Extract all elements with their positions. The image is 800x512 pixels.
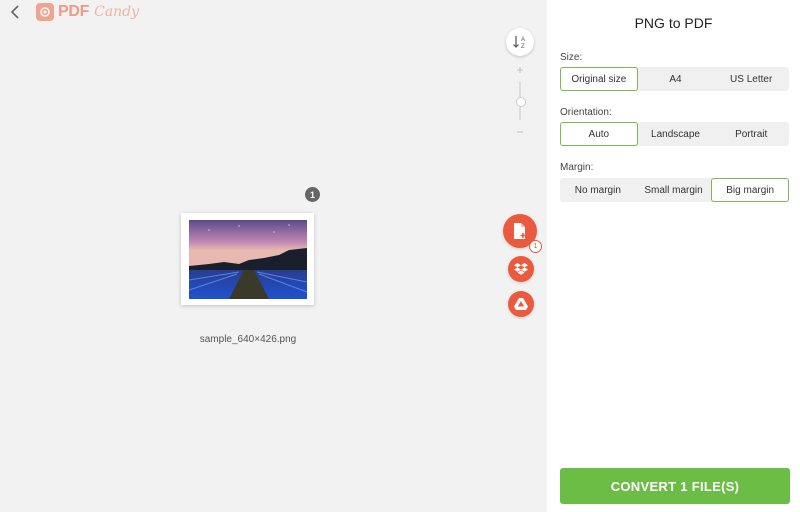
svg-text:A: A (521, 37, 525, 43)
margin-option-big[interactable]: Big margin (711, 178, 790, 202)
zoom-out-button[interactable]: − (515, 126, 525, 138)
orientation-option-landscape[interactable]: Landscape (638, 122, 714, 146)
logo[interactable]: PDF Candy (36, 1, 139, 23)
size-option-us-letter[interactable]: US Letter (713, 67, 789, 91)
logo-text: PDF (58, 3, 90, 20)
sort-az-button[interactable]: A Z (506, 28, 534, 56)
dropbox-icon (514, 263, 528, 275)
file-thumbnail[interactable] (181, 213, 314, 305)
margin-option-small[interactable]: Small margin (636, 178, 712, 202)
orientation-label: Orientation: (560, 107, 612, 118)
back-icon[interactable] (6, 3, 24, 21)
logo-mark-icon (36, 3, 54, 21)
dropbox-button[interactable] (508, 256, 534, 282)
svg-text:Z: Z (521, 44, 525, 50)
page-title: PNG to PDF (634, 15, 713, 31)
zoom-slider-handle[interactable] (516, 97, 526, 107)
google-drive-icon (514, 298, 528, 310)
margin-selector: No margin Small margin Big margin (560, 178, 790, 202)
zoom-in-button[interactable]: + (515, 64, 525, 76)
margin-option-none[interactable]: No margin (560, 178, 636, 202)
sort-icon: A Z (513, 36, 525, 50)
size-label: Size: (560, 52, 583, 63)
logo-text-candy: Candy (94, 4, 140, 20)
orientation-option-auto[interactable]: Auto (560, 122, 638, 146)
thumbnail-image (189, 220, 307, 299)
orientation-selector: Auto Landscape Portrait (560, 122, 789, 146)
size-option-a4[interactable]: A4 (638, 67, 714, 91)
add-file-icon (514, 223, 526, 239)
size-option-original[interactable]: Original size (560, 67, 638, 91)
file-area: PDF Candy A Z + − 1 sample_640×426.png 1 (0, 0, 547, 512)
google-drive-button[interactable] (508, 291, 534, 317)
file-name: sample_640×426.png (199, 334, 297, 345)
orientation-option-portrait[interactable]: Portrait (713, 122, 789, 146)
add-file-count-badge: 1 (529, 240, 542, 253)
convert-button[interactable]: CONVERT 1 FILE(S) (560, 468, 790, 504)
margin-label: Margin: (560, 162, 594, 173)
file-count-badge: 1 (305, 187, 320, 202)
size-selector: Original size A4 US Letter (560, 67, 789, 91)
